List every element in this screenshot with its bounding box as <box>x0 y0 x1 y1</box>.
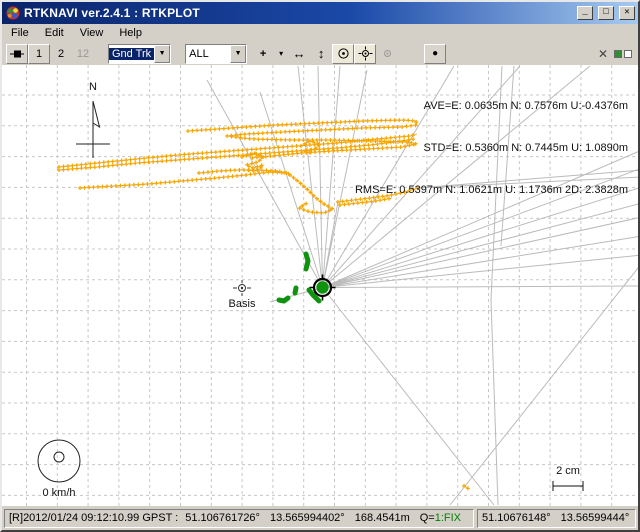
zoom-menu-arrow[interactable]: ▾ <box>274 44 288 64</box>
epoch-time: 2012/01/24 09:12:10.99 GPST : <box>23 512 178 524</box>
fit-vertical-button[interactable]: ↕ <box>310 44 332 64</box>
quality-label: Q= <box>420 512 435 524</box>
circle-dot-icon <box>337 47 350 60</box>
close-button[interactable]: ✕ <box>619 6 635 20</box>
menu-bar: File Edit View Help <box>2 24 638 42</box>
zoom-in-button[interactable]: + <box>252 44 274 64</box>
crosshair-circle-icon <box>358 46 373 61</box>
center-origin-button[interactable] <box>332 44 354 64</box>
stat-std: STD=E: 0.5360m N: 0.7445m U: 1.0890m <box>355 141 628 155</box>
ref-latitude-value: 51.10676148° <box>482 512 551 524</box>
marker-style-button[interactable] <box>6 44 28 64</box>
maximize-button[interactable]: □ <box>598 6 614 20</box>
ground-track-plot[interactable]: AVE=E: 0.0635m N: 0.7576m U:-0.4376m STD… <box>2 65 638 506</box>
stream2-status-icon <box>624 50 632 58</box>
speed-dial-icon <box>38 440 80 482</box>
show-point-button[interactable]: ● <box>424 44 446 64</box>
clear-button[interactable]: ✕ <box>598 47 608 61</box>
status-bar: [R]2012/01/24 09:12:10.99 GPST : 51.1067… <box>2 506 638 530</box>
solution-2-button[interactable]: 2 <box>50 44 72 64</box>
marker-line-icon <box>10 48 24 60</box>
fix-center-button[interactable] <box>354 44 376 64</box>
stream1-status-icon <box>614 50 622 58</box>
ref-longitude-value: 13.56599444° <box>561 512 630 524</box>
menu-help[interactable]: Help <box>111 26 150 40</box>
stat-rms: RMS=E: 0.5397m N: 1.0621m U: 1.1736m 2D:… <box>355 183 628 197</box>
reference-position-panel: 51.10676148° 13.56599444° <box>477 509 636 528</box>
scale-bar <box>553 481 583 491</box>
small-circle-icon <box>383 49 392 58</box>
title-bar[interactable]: RTKNAVI ver.2.4.1 : RTKPLOT _ □ ✕ <box>2 2 638 24</box>
menu-view[interactable]: View <box>72 26 112 40</box>
solution-filter-value: ALL <box>186 48 230 60</box>
menu-edit[interactable]: Edit <box>37 26 72 40</box>
chevron-down-icon[interactable]: ▼ <box>154 45 170 63</box>
plot-type-combo[interactable]: Gnd Trk ▼ <box>108 44 171 64</box>
fit-horizontal-button[interactable]: ↔ <box>288 44 310 64</box>
toolbar: 1 2 12 Gnd Trk ▼ ALL ▼ + ▾ ↔ ↕ <box>2 42 638 65</box>
minimize-button[interactable]: _ <box>577 6 593 20</box>
quality-value: 1:FIX <box>435 512 461 524</box>
speed-label: 0 km/h <box>30 487 88 499</box>
longitude-value: 13.565994402° <box>270 512 345 524</box>
stat-ave: AVE=E: 0.0635m N: 0.7576m U:-0.4376m <box>355 99 628 113</box>
basis-label: Basis <box>220 298 264 310</box>
solution-statistics: AVE=E: 0.0635m N: 0.7576m U:-0.4376m STD… <box>355 71 628 225</box>
chevron-down-icon[interactable]: ▼ <box>230 45 246 63</box>
north-label: N <box>85 81 101 93</box>
app-icon <box>5 5 21 21</box>
plot-type-value: Gnd Trk <box>109 48 154 60</box>
solution-filter-combo[interactable]: ALL ▼ <box>185 44 247 64</box>
latitude-value: 51.106761726° <box>185 512 260 524</box>
solution-1-button[interactable]: 1 <box>28 44 50 64</box>
record-indicator: [R] <box>9 512 23 524</box>
solution-status-panel: [R]2012/01/24 09:12:10.99 GPST : 51.1067… <box>4 509 474 528</box>
solution-12-button[interactable]: 12 <box>72 44 94 64</box>
rtkplot-window: RTKNAVI ver.2.4.1 : RTKPLOT _ □ ✕ File E… <box>0 0 640 532</box>
window-title: RTKNAVI ver.2.4.1 : RTKPLOT <box>24 6 574 20</box>
north-arrow-icon <box>76 101 110 158</box>
height-value: 168.4541m <box>355 512 410 524</box>
scale-label: 2 cm <box>548 465 588 477</box>
menu-file[interactable]: File <box>3 26 37 40</box>
stream-status-indicator <box>614 50 632 58</box>
fix-horizontal-button[interactable] <box>376 44 398 64</box>
